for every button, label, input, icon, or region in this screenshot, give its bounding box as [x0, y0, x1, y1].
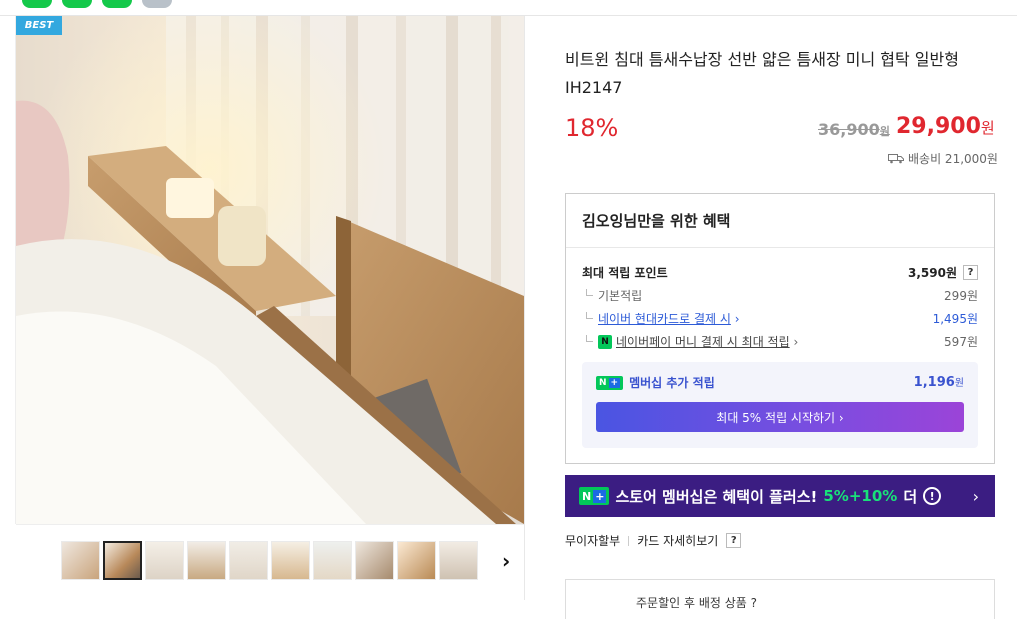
npay-icon: N — [598, 334, 612, 349]
nplus-icon: N + — [596, 375, 624, 390]
benefit-box: 김오잉님만을 위한 혜택 최대 적립 포인트 3,590원 ? 기본적립 299… — [565, 193, 995, 464]
points-value: 299원 — [944, 289, 978, 303]
nav-dot[interactable] — [142, 0, 172, 8]
sale-price: 29,900원 — [896, 114, 995, 139]
next-section-box: 주문할인 후 배정 상품 ? — [565, 579, 995, 619]
max-points-row: 최대 적립 포인트 3,590원 ? — [582, 264, 978, 281]
thumbnail-1[interactable] — [61, 541, 100, 580]
points-row-basic: 기본적립 299원 — [582, 287, 978, 304]
card-benefit-label[interactable]: 네이버 현대카드로 결제 시 — [598, 312, 731, 326]
start-membership-button[interactable]: 최대 5% 적립 시작하기 › — [596, 402, 964, 432]
separator — [628, 535, 630, 546]
thumbnail-8[interactable] — [355, 541, 394, 580]
help-icon[interactable]: ? — [726, 533, 742, 548]
shipping-fee: 배송비 21,000원 — [908, 152, 998, 166]
membership-text: 멤버십 추가 적립 — [629, 376, 715, 390]
membership-box: N + 멤버십 추가 적립 1,196원 최대 5% 적립 시작하기 › — [582, 362, 978, 448]
card-benefit-link[interactable]: 네이버 현대카드로 결제 시 › — [582, 310, 740, 327]
banner-text-end: 더 — [903, 487, 918, 506]
thumbnail-2[interactable] — [103, 541, 142, 580]
benefit-header: 김오잉님만을 위한 혜택 — [566, 194, 994, 248]
interest-free-label[interactable]: 무이자할부 — [565, 532, 620, 549]
max-points-label: 최대 적립 포인트 — [582, 266, 668, 280]
points-value: 1,495원 — [932, 312, 978, 326]
thumbnail-6[interactable] — [271, 541, 310, 580]
card-info-row: 무이자할부 카드 자세히보기 ? — [565, 532, 742, 549]
chevron-right-icon: › — [972, 486, 979, 506]
column-divider — [524, 16, 525, 600]
membership-label: N + 멤버십 추가 적립 — [596, 374, 715, 391]
nav-dot[interactable] — [22, 0, 52, 8]
thumbnail-4[interactable] — [187, 541, 226, 580]
thumbnail-9[interactable] — [397, 541, 436, 580]
product-main-image[interactable]: BEST — [16, 16, 524, 524]
thumbnail-7[interactable] — [313, 541, 352, 580]
help-icon[interactable]: ? — [963, 265, 978, 280]
nav-dot[interactable] — [102, 0, 132, 8]
nplus-icon: N + — [579, 487, 610, 505]
membership-value: 1,196원 — [913, 375, 964, 390]
top-bar — [0, 0, 1017, 16]
chevron-right-icon: › — [789, 334, 799, 349]
card-detail-link[interactable]: 카드 자세히보기 — [637, 532, 718, 549]
banner-highlight: 5%+10% — [823, 487, 898, 505]
points-row-card: 네이버 현대카드로 결제 시 › 1,495원 — [582, 310, 978, 327]
partial-text: 주문할인 후 배정 상품 ? — [636, 596, 757, 610]
product-title: 비트윈 침대 틈새수납장 선반 얇은 틈새장 미니 협탁 일반형 IH2147 — [565, 50, 959, 97]
max-points-value: 3,590원 — [908, 266, 957, 280]
original-price: 36,900원 — [818, 120, 890, 139]
thumbnail-5[interactable] — [229, 541, 268, 580]
thumbnail-3[interactable] — [145, 541, 184, 580]
points-value: 597원 — [944, 335, 978, 349]
bed-photo — [16, 16, 524, 524]
banner-text: 스토어 멤버십은 혜택이 플러스! — [615, 487, 818, 506]
npay-benefit-link[interactable]: N 네이버페이 머니 결제 시 최대 적립 › — [582, 333, 798, 350]
thumbnail-10[interactable] — [439, 541, 478, 580]
membership-banner[interactable]: N + 스토어 멤버십은 혜택이 플러스! 5%+10% 더 ! › — [565, 475, 995, 517]
nav-dot[interactable] — [62, 0, 92, 8]
thumbnail-strip: › — [16, 524, 524, 600]
exclamation-icon: ! — [923, 487, 942, 505]
discount-rate: 18% — [565, 114, 619, 142]
points-row-npay: N 네이버페이 머니 결제 시 최대 적립 › 597원 — [582, 333, 978, 350]
best-badge: BEST — [16, 16, 62, 35]
points-label: 기본적립 — [582, 287, 642, 304]
shipping-info: 배송비 21,000원 — [888, 150, 998, 167]
chevron-right-icon: › — [734, 312, 740, 326]
chevron-right-icon[interactable]: › — [502, 549, 510, 573]
npay-benefit-label[interactable]: 네이버페이 머니 결제 시 최대 적립 — [616, 333, 790, 350]
truck-icon — [888, 153, 904, 163]
